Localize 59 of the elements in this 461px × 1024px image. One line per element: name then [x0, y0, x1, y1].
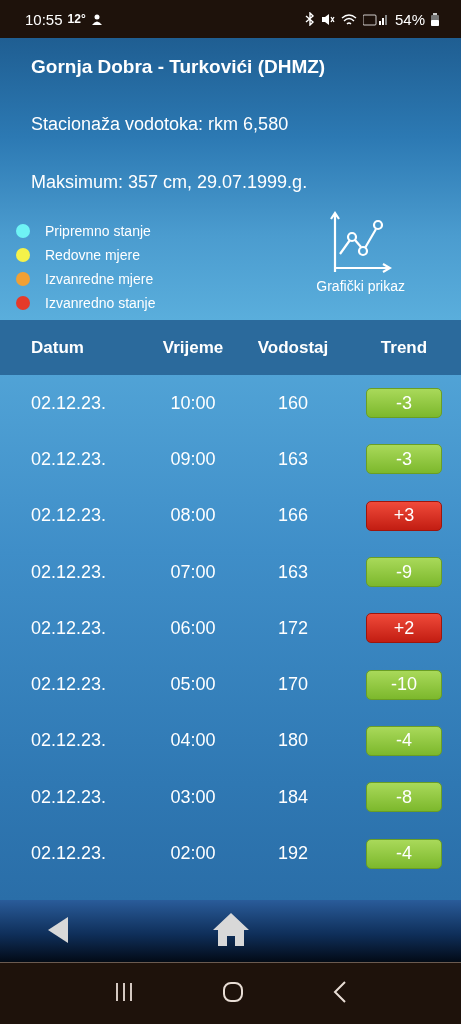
column-header: Trend	[379, 337, 429, 358]
back-button[interactable]	[48, 916, 68, 946]
trend-badge: -3	[366, 388, 442, 419]
trend-badge: -8	[366, 782, 442, 813]
maximum-text: Maksimum: 357 cm, 29.07.1999.g.	[31, 172, 309, 193]
trend-badge: -10	[366, 669, 442, 700]
trend-badge: -4	[366, 725, 442, 756]
water-level-cell-text: 180	[276, 730, 309, 752]
trend-badge: -4	[366, 838, 442, 869]
trend-badge: +2	[366, 613, 442, 644]
trend-badge: -9	[366, 557, 442, 588]
station-title: Gornja Dobra - Turkovići (DHMZ)	[31, 56, 327, 78]
date-cell-text: 02.12.23.	[31, 843, 108, 864]
water-level-cell-text: 184	[276, 786, 309, 808]
time-cell-text: 07:00	[169, 561, 217, 583]
time-cell-text: 06:00	[169, 617, 217, 639]
mute-icon	[320, 12, 335, 26]
date-cell-text: 02.12.23.	[31, 561, 108, 583]
battery-level: 54%	[394, 10, 425, 28]
water-level-cell-text: 160	[276, 392, 309, 414]
home-button[interactable]	[213, 913, 249, 949]
clock: 10:55	[25, 10, 63, 28]
column-header: Datum	[31, 337, 85, 358]
time-cell-text: 10:00	[169, 392, 217, 414]
time-cell-text: 09:00	[169, 448, 217, 470]
date-cell-text: 02.12.23.	[31, 674, 108, 696]
temperature: 12°	[67, 12, 86, 26]
date-cell-text: 02.12.23.	[31, 730, 108, 752]
time-cell-text: 05:00	[169, 674, 217, 696]
legend-label: Izvanredno stanje	[45, 295, 156, 311]
signal-icon	[362, 12, 389, 26]
line-chart-icon	[329, 210, 392, 274]
trend-badge: +3	[366, 500, 442, 531]
date-cell-text: 02.12.23.	[31, 448, 108, 470]
time-cell-text: 02:00	[169, 843, 217, 864]
time-cell-text: 08:00	[169, 505, 217, 527]
trend-badge: -3	[366, 444, 442, 475]
date-cell-text: 02.12.23.	[31, 392, 108, 414]
legend-label: Redovne mjere	[45, 247, 140, 263]
date-cell-text: 02.12.23.	[31, 505, 108, 527]
time-cell-text: 04:00	[169, 730, 217, 752]
date-cell-text: 02.12.23.	[31, 786, 108, 808]
chart-button[interactable]: Grafički prikaz	[316, 210, 405, 312]
wifi-icon	[340, 12, 357, 26]
column-header: Vodostaj	[256, 337, 330, 358]
battery-icon	[431, 12, 439, 26]
time-cell-text: 03:00	[169, 786, 217, 808]
date-cell-text: 02.12.23.	[31, 617, 108, 639]
water-level-cell-text: 163	[276, 448, 309, 470]
water-level-cell-text: 166	[276, 505, 309, 527]
water-level-cell-text: 172	[276, 617, 309, 639]
stationing-text: Stacionaža vodotoka: rkm 6,580	[31, 114, 290, 135]
water-level-cell-text: 192	[276, 843, 309, 864]
legend-label: Izvanredne mjere	[45, 271, 154, 287]
water-level-cell-text: 170	[276, 674, 309, 696]
bluetooth-icon	[304, 12, 315, 26]
water-level-cell-text: 163	[276, 561, 309, 583]
legend-label: Pripremno stanje	[45, 223, 151, 239]
column-header: Vrijeme	[161, 337, 225, 358]
